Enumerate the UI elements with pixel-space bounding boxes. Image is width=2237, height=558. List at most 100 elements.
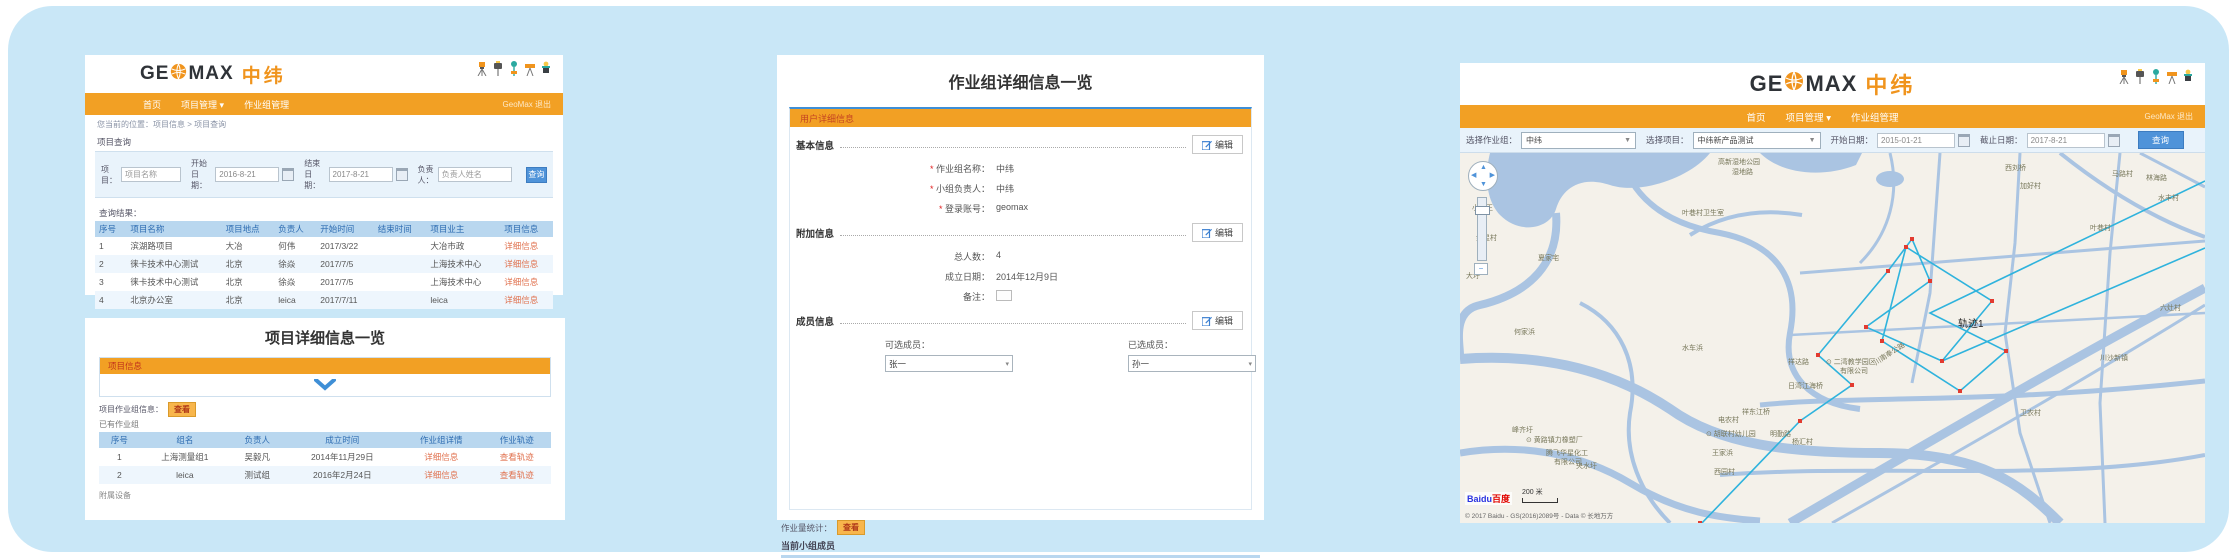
search-button[interactable]: 查询 — [526, 167, 547, 183]
search-button[interactable]: 查询 — [2138, 131, 2184, 149]
table-link[interactable]: 详细信息 — [504, 295, 538, 305]
breadcrumb: 您当前的位置：项目信息 > 项目查询 — [85, 115, 563, 130]
track-point-marker[interactable] — [1886, 269, 1890, 273]
calendar-icon[interactable] — [2108, 134, 2120, 147]
track-point-marker[interactable] — [1880, 339, 1884, 343]
table-link[interactable]: 查看轨迹 — [500, 470, 534, 480]
table-link[interactable]: 详细信息 — [424, 452, 458, 462]
nav-home[interactable]: 首页 — [143, 98, 161, 111]
field-row: * 作业组名称：中纬 — [885, 162, 1251, 175]
table-cell: 详细信息 — [500, 255, 553, 273]
level-instrument-icon — [524, 61, 536, 76]
nav-project-management[interactable]: 项目管理 ▾ — [181, 98, 224, 111]
baidu-map[interactable]: 高新湿地公园湿地路西刘桥加好村马路村水丰村林海路叶巷村小河王金星村大圩夏家宅何家… — [1460, 153, 2205, 523]
field-value: geomax — [996, 202, 1028, 215]
project-select[interactable]: 中纬新产品测试▼ — [1693, 132, 1821, 149]
table-link[interactable]: 详细信息 — [504, 259, 538, 269]
view-stats-button[interactable]: 查看 — [837, 520, 865, 535]
map-label: 王家浜 — [1712, 448, 1733, 458]
available-members-select[interactable]: 张一 ▾ — [885, 355, 1013, 372]
logout-link[interactable]: GeoMax 退出 — [503, 99, 551, 110]
table-cell — [374, 273, 427, 291]
start-date-input[interactable] — [1877, 133, 1955, 148]
project-search-window: GE MAX 中纬 首页 项目管理 ▾ 作业组管理 GeoMax 退出 您当前的… — [85, 55, 563, 295]
track-point-marker[interactable] — [1990, 299, 1994, 303]
table-cell: 2017/3/22 — [316, 237, 373, 255]
zoom-out-button[interactable]: − — [1474, 263, 1488, 275]
field-value: 中纬 — [996, 182, 1014, 195]
track-point-marker[interactable] — [1928, 279, 1932, 283]
track-point-marker[interactable] — [2004, 349, 2008, 353]
table-cell: 测试组 — [230, 466, 285, 484]
table-header-row: 序号项目名称项目地点负责人开始时间结束时间项目业主项目信息 — [95, 221, 553, 237]
pan-down-arrow[interactable]: ▼ — [1480, 181, 1487, 188]
pan-left-arrow[interactable]: ◀ — [1471, 172, 1476, 179]
track-name-label: 轨迹1 — [1958, 315, 1984, 330]
track-point-marker[interactable] — [1864, 325, 1868, 329]
edit-extra-info-button[interactable]: 编辑 — [1192, 223, 1243, 242]
table-cell: 2014年11月29日 — [285, 448, 400, 466]
table-link[interactable]: 详细信息 — [504, 241, 538, 251]
nav-workgroup-management[interactable]: 作业组管理 — [244, 98, 289, 111]
chevron-down-icon: ▾ — [1826, 113, 1831, 124]
track-point-marker[interactable] — [1910, 237, 1914, 241]
column-header: 开始时间 — [316, 221, 373, 237]
table-cell: 吴毅凡 — [230, 448, 285, 466]
nav-project-management[interactable]: 项目管理 ▾ — [1786, 110, 1831, 124]
owner-name-input[interactable] — [438, 167, 512, 182]
project-name-input[interactable] — [121, 167, 181, 182]
user-detail-panel: 用户详细信息 基本信息 编辑 * 作业组名称：中纬* 小组负责人：中纬* 登录账… — [789, 107, 1252, 510]
chevron-down-icon: ▼ — [1809, 137, 1816, 144]
edit-basic-info-button[interactable]: 编辑 — [1192, 135, 1243, 154]
table-link[interactable]: 查看轨迹 — [500, 452, 534, 462]
map-pan-control[interactable]: ▲ ▼ ◀ ▶ — [1468, 161, 1498, 191]
empty-note-box[interactable] — [996, 290, 1012, 301]
start-date-input[interactable] — [215, 167, 279, 182]
table-cell: leica — [426, 291, 500, 309]
table-cell: 3 — [95, 273, 126, 291]
end-date-label: 结束日期： — [304, 158, 324, 191]
map-label: 杨汇村 — [1792, 437, 1813, 447]
map-zoom-slider[interactable] — [1477, 197, 1487, 261]
track-point-marker[interactable] — [1940, 359, 1944, 363]
track-point-marker[interactable] — [1850, 383, 1854, 387]
view-workgroups-button[interactable]: 查看 — [168, 402, 196, 417]
workgroup-select[interactable]: 中纬▼ — [1521, 132, 1636, 149]
pan-right-arrow[interactable]: ▶ — [1490, 172, 1495, 179]
track-point-marker[interactable] — [1958, 389, 1962, 393]
column-header: 序号 — [95, 221, 126, 237]
table-cell: 详细信息 — [500, 291, 553, 309]
track-point-marker[interactable] — [1816, 353, 1820, 357]
track-filter-bar: 选择作业组： 中纬▼ 选择项目： 中纬新产品测试▼ 开始日期： 截止日期： 查询 — [1460, 128, 2205, 153]
calendar-icon[interactable] — [396, 168, 408, 181]
track-point-marker[interactable] — [1904, 245, 1908, 249]
field-row: 成立日期：2014年12月9日 — [885, 270, 1251, 283]
track-point-marker[interactable] — [1698, 521, 1702, 523]
zoom-slider-handle[interactable] — [1475, 206, 1490, 215]
calendar-icon[interactable] — [282, 168, 294, 181]
selected-members-select[interactable]: 孙一 ▾ — [1128, 355, 1256, 372]
collapse-toggle[interactable] — [100, 374, 550, 396]
edit-pencil-icon — [1202, 316, 1212, 326]
end-date-input[interactable] — [329, 167, 393, 182]
table-row: 1滨湖路项目大冶何伟2017/3/22大冶市政详细信息 — [95, 237, 553, 255]
nav-workgroup-management[interactable]: 作业组管理 — [1851, 110, 1899, 124]
table-cell: 2017/7/5 — [316, 273, 373, 291]
pan-up-arrow[interactable]: ▲ — [1480, 164, 1487, 171]
edit-member-info-button[interactable]: 编辑 — [1192, 311, 1243, 330]
attached-devices-note: 附属设备 — [99, 490, 565, 501]
surveyor-icon — [540, 61, 553, 76]
table-link[interactable]: 详细信息 — [504, 277, 538, 287]
track-point-marker[interactable] — [1798, 419, 1802, 423]
calendar-icon[interactable] — [1958, 134, 1970, 147]
surveyor-icon — [2182, 69, 2195, 84]
nav-home[interactable]: 首页 — [1747, 110, 1766, 124]
end-date-input[interactable] — [2027, 133, 2105, 148]
table-link[interactable]: 详细信息 — [424, 470, 458, 480]
table-cell: 查看轨迹 — [482, 466, 551, 484]
table-cell: 北京 — [222, 273, 275, 291]
map-label: 西刘桥 — [2005, 163, 2026, 173]
logout-link[interactable]: GeoMax 退出 — [2145, 111, 2193, 122]
current-members-title: 当前小组成员 — [781, 539, 1264, 552]
project-search-form: 项目： 开始日期： 结束日期： 负责人： 查询 — [95, 151, 553, 198]
